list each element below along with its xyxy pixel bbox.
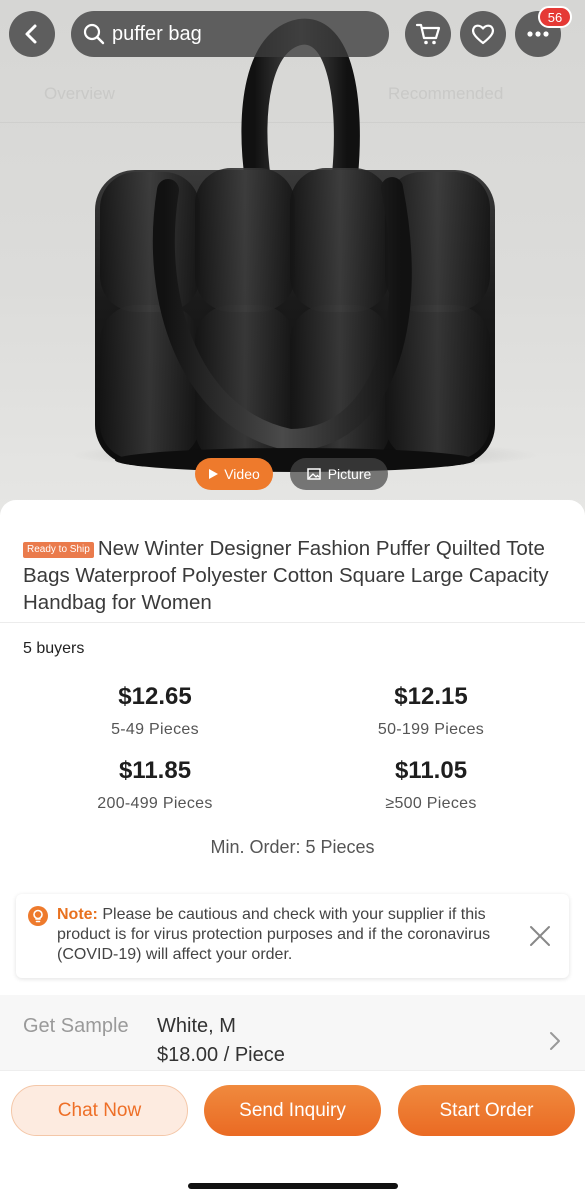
note-body: Please be cautious and check with your s… bbox=[57, 906, 491, 963]
product-title-text: New Winter Designer Fashion Puffer Quilt… bbox=[23, 537, 549, 614]
image-icon bbox=[306, 468, 321, 480]
play-icon bbox=[209, 469, 219, 479]
note-text: Note: Please be cautious and check with … bbox=[57, 905, 517, 965]
picture-label: Picture bbox=[327, 466, 372, 482]
search-query: puffer bag bbox=[112, 22, 202, 45]
video-label: Video bbox=[224, 466, 260, 482]
back-icon bbox=[25, 24, 37, 44]
home-indicator[interactable] bbox=[188, 1183, 398, 1189]
buyers-count: 5 buyers bbox=[23, 640, 85, 657]
more-icon bbox=[527, 31, 549, 37]
tier-price: $11.05 bbox=[394, 757, 468, 784]
close-icon[interactable] bbox=[528, 924, 552, 948]
chevron-right-icon[interactable] bbox=[548, 1030, 562, 1052]
tier-quantity: 200-499 Pieces bbox=[97, 795, 213, 812]
get-sample-label: Get Sample bbox=[23, 1015, 129, 1037]
min-order: Min. Order: 5 Pieces bbox=[210, 837, 375, 857]
puffer-bag-illustration bbox=[95, 18, 495, 472]
video-button[interactable]: Video bbox=[195, 458, 273, 490]
cart-icon bbox=[415, 23, 441, 45]
heart-icon bbox=[471, 24, 495, 45]
ready-to-ship-badge: Ready to Ship bbox=[23, 542, 94, 558]
tier-quantity: ≥500 Pieces bbox=[385, 795, 477, 812]
start-order-button[interactable]: Start Order bbox=[398, 1085, 575, 1136]
chat-now-button[interactable]: Chat Now bbox=[11, 1085, 188, 1136]
lightbulb-icon bbox=[28, 906, 48, 926]
notification-badge: 56 bbox=[538, 6, 572, 28]
product-title: Ready to Ship New Winter Designer Fashion… bbox=[23, 535, 568, 616]
divider bbox=[0, 622, 585, 623]
tier-quantity: 5-49 Pieces bbox=[111, 721, 199, 738]
note-label: Note: bbox=[57, 906, 98, 923]
cart-button[interactable] bbox=[405, 11, 451, 57]
product-image[interactable]: Overview Recommended bbox=[0, 0, 585, 515]
covid-note: Note: Please be cautious and check with … bbox=[16, 894, 569, 978]
search-bar[interactable]: puffer bag bbox=[71, 11, 389, 57]
tier-price: $11.85 bbox=[118, 757, 192, 784]
send-inquiry-button[interactable]: Send Inquiry bbox=[204, 1085, 381, 1136]
search-icon bbox=[83, 23, 105, 45]
sample-variant: White, M bbox=[157, 1015, 236, 1037]
favorite-button[interactable] bbox=[460, 11, 506, 57]
sample-price: $18.00 / Piece bbox=[157, 1044, 285, 1066]
picture-button[interactable]: Picture bbox=[290, 458, 388, 490]
tier-price: $12.15 bbox=[394, 683, 468, 710]
back-button[interactable] bbox=[9, 11, 55, 57]
tier-price: $12.65 bbox=[118, 683, 192, 710]
tier-quantity: 50-199 Pieces bbox=[377, 721, 485, 738]
